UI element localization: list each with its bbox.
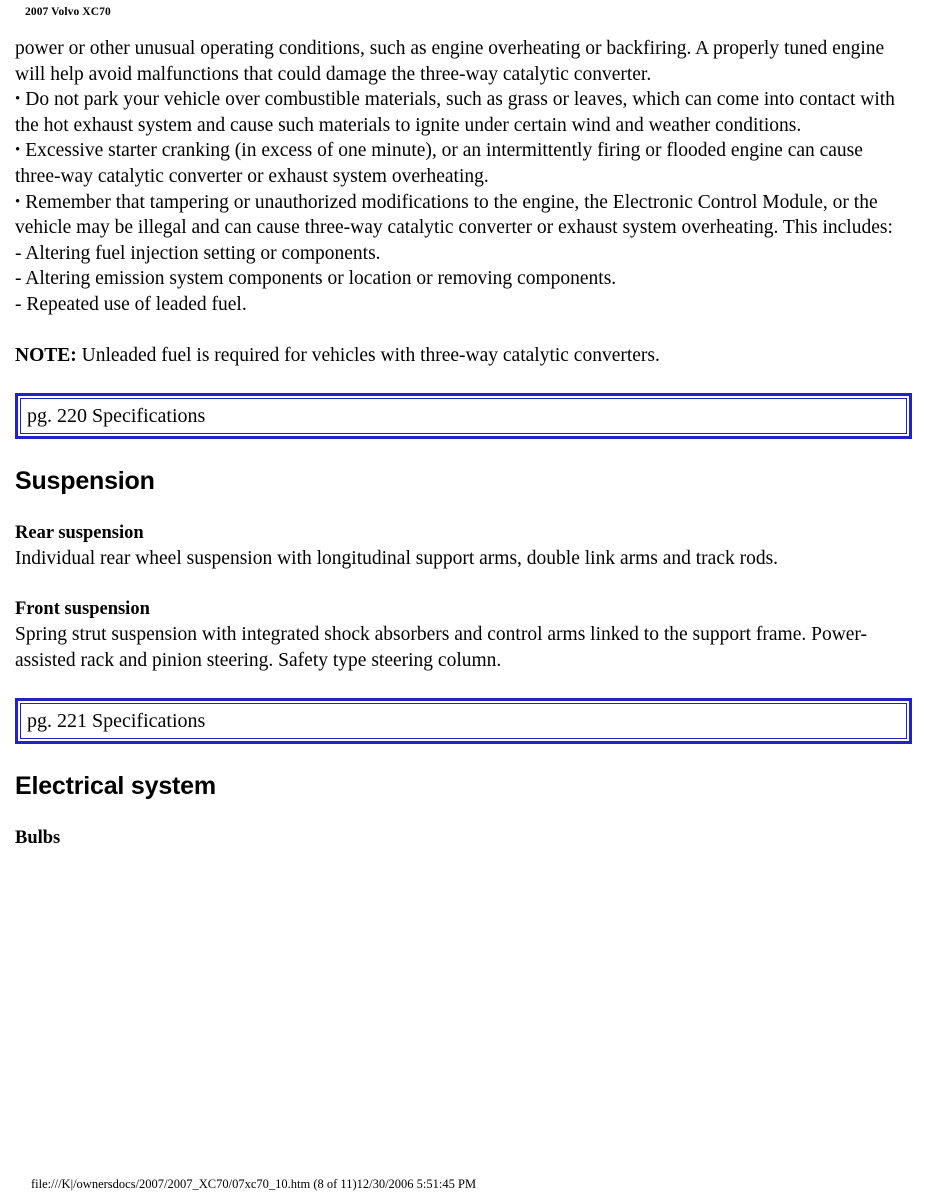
link-box-pg-221[interactable]: pg. 221 Specifications [15, 697, 912, 744]
section-heading-suspension: Suspension [15, 466, 155, 495]
note-paragraph: NOTE: Unleaded fuel is required for vehi… [15, 343, 912, 369]
bullet-marker-icon: • [15, 193, 21, 210]
bullet-marker-icon: • [15, 142, 21, 159]
bullet-marker-icon: • [15, 91, 21, 108]
sub-section-body-rear-suspension: Individual rear wheel suspension with lo… [15, 547, 779, 569]
bullet-text: Excessive starter cranking (in excess of… [15, 140, 863, 187]
document-page: 2007 Volvo XC70 power or other unusual o… [0, 0, 927, 1200]
bullet-item: • Remember that tampering or unauthorized… [15, 190, 912, 241]
bullet-text: Do not park your vehicle over combustibl… [15, 89, 895, 136]
sub-heading-front-suspension: Front suspension [15, 599, 150, 620]
sub-section-body-front-suspension: Spring strut suspension with integrated … [15, 624, 868, 671]
section-heading-electrical-system: Electrical system [15, 771, 216, 800]
page-footer-path: file:///K|/ownersdocs/2007/2007_XC70/07x… [31, 1177, 477, 1191]
continued-paragraph: power or other unusual operating conditi… [15, 38, 885, 85]
bullet-item: • Do not park your vehicle over combustib… [15, 87, 912, 138]
bullet-item: • Excessive starter cranking (in excess o… [15, 138, 912, 189]
dash-item: - Altering fuel injection setting or com… [15, 242, 381, 264]
link-box-label[interactable]: pg. 221 Specifications [27, 710, 205, 732]
note-label: NOTE: [15, 345, 77, 367]
sub-heading-rear-suspension: Rear suspension [15, 522, 144, 543]
dash-item: - Repeated use of leaded fuel. [15, 293, 247, 315]
bullet-text: Remember that tampering or unauthorized … [15, 191, 893, 239]
link-box-pg-220[interactable]: pg. 220 Specifications [15, 392, 912, 439]
link-box-inner-frame: pg. 221 Specifications [20, 702, 907, 739]
link-box-inner-frame: pg. 220 Specifications [20, 397, 907, 434]
document-content: power or other unusual operating conditi… [15, 36, 912, 849]
dash-item: - Altering emission system components or… [15, 268, 617, 290]
link-box-label[interactable]: pg. 220 Specifications [27, 405, 205, 427]
page-running-header: 2007 Volvo XC70 [25, 6, 111, 18]
note-text: Unleaded fuel is required for vehicles w… [76, 345, 660, 367]
sub-heading-bulbs: Bulbs [15, 827, 61, 848]
